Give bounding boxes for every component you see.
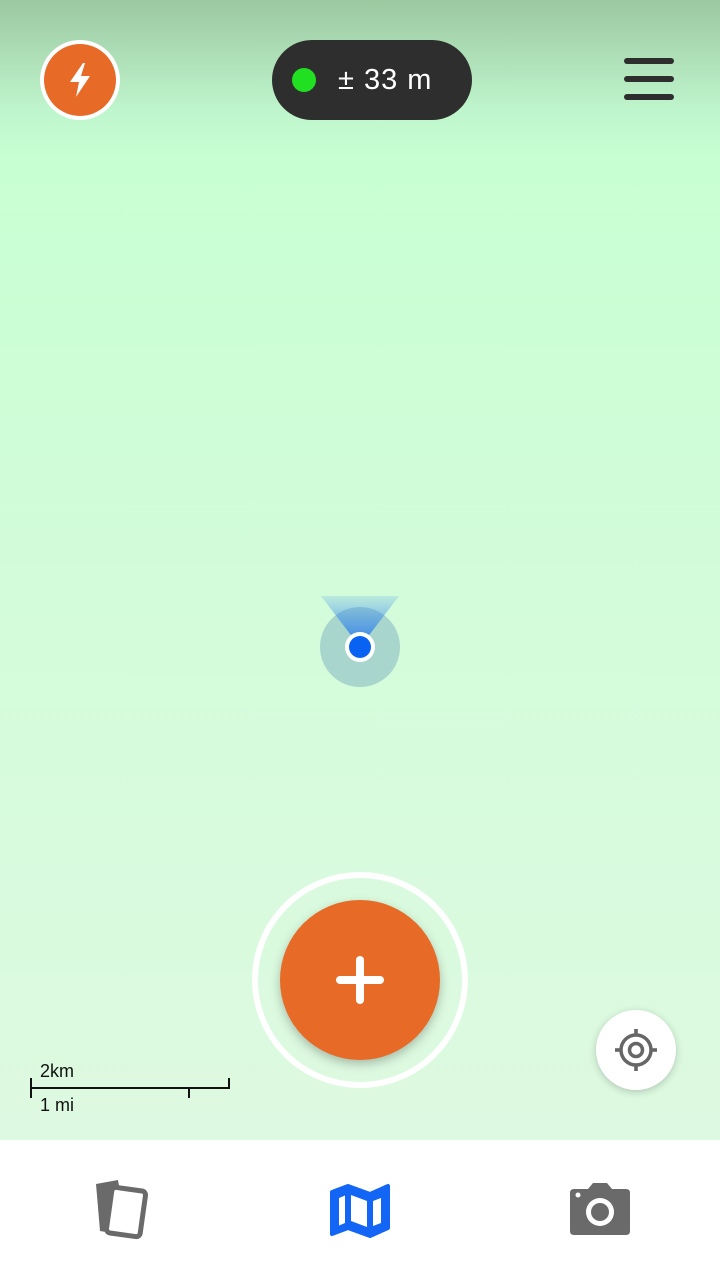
map-scale-bar: 2km 1 mi: [30, 1060, 232, 1120]
gps-accuracy-label: ± 33 m: [338, 63, 433, 96]
gps-status-dot: [292, 68, 316, 92]
user-location-marker: [320, 596, 400, 687]
add-button[interactable]: [280, 900, 440, 1060]
power-button[interactable]: [40, 40, 120, 120]
gps-accuracy-pill[interactable]: ± 33 m: [272, 40, 472, 120]
camera-icon: [570, 1183, 630, 1235]
tab-cards[interactable]: [0, 1140, 240, 1280]
tab-camera[interactable]: [480, 1140, 720, 1280]
tab-map[interactable]: [240, 1140, 480, 1280]
locate-me-button[interactable]: [596, 1010, 676, 1090]
scale-metric-label: 2km: [40, 1061, 75, 1081]
crosshair-locate-icon: [615, 1029, 657, 1071]
scale-imperial-label: 1 mi: [40, 1095, 75, 1115]
menu-button[interactable]: [620, 56, 678, 104]
bottom-tab-bar: [0, 1140, 720, 1280]
cards-icon: [96, 1180, 149, 1240]
map-view[interactable]: ± 33 m 2km 1 mi: [0, 0, 720, 1140]
lightning-bolt-icon: [70, 63, 90, 97]
plus-icon: [336, 956, 384, 1004]
map-icon: [330, 1184, 390, 1238]
